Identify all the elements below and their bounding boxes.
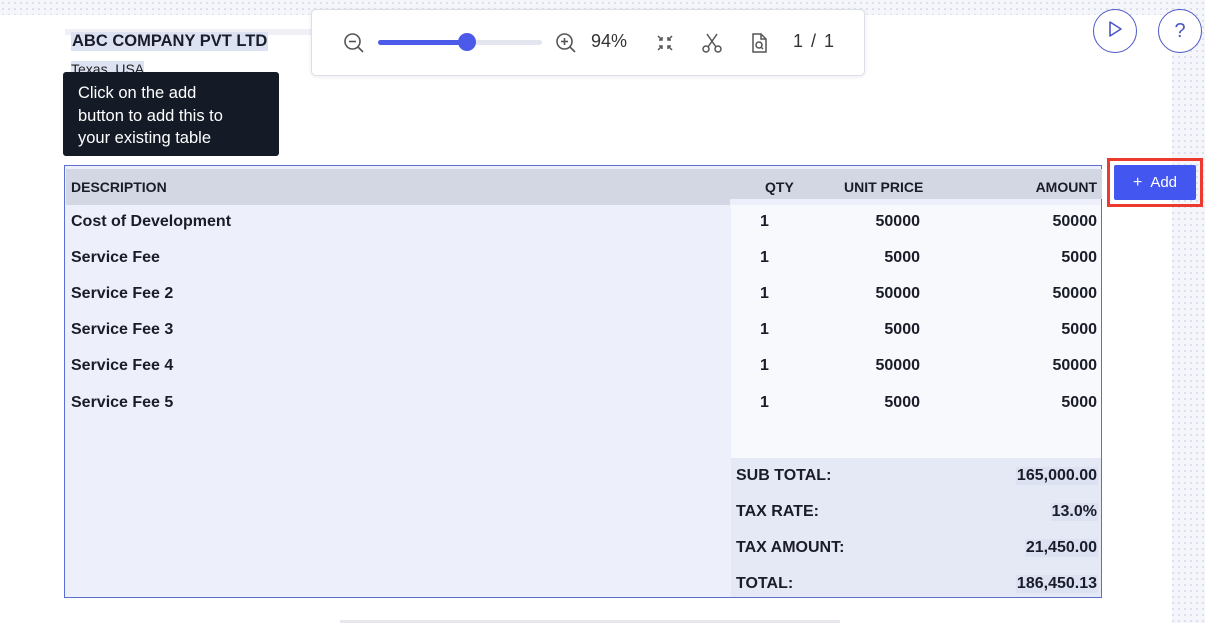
play-button[interactable] <box>1093 9 1137 53</box>
row-amount: 50000 <box>1052 357 1098 374</box>
zoom-slider-thumb[interactable] <box>457 33 476 51</box>
table-row[interactable]: Cost of Development 1 50000 50000 <box>65 213 1101 249</box>
row-qty: 1 <box>760 394 769 411</box>
row-amount: 50000 <box>1052 285 1098 302</box>
row-qty: 1 <box>760 321 769 338</box>
row-description: Service Fee 5 <box>71 394 174 411</box>
row-unit-price: 5000 <box>884 249 920 266</box>
scissors-icon[interactable] <box>700 31 724 55</box>
summary-label-subtotal: SUB TOTAL: <box>736 467 832 484</box>
row-amount: 5000 <box>1061 249 1097 266</box>
page-indicator: 1 / 1 <box>793 31 835 51</box>
row-description: Service Fee 3 <box>71 321 174 338</box>
zoom-out-icon[interactable] <box>342 31 366 55</box>
help-icon: ? <box>1174 20 1186 42</box>
plus-icon: + <box>1132 173 1143 191</box>
header-amount: AMOUNT <box>1035 179 1097 195</box>
add-button[interactable]: + Add <box>1114 165 1196 200</box>
play-icon <box>1106 20 1124 43</box>
tooltip: Click on the add button to add this to y… <box>63 72 279 156</box>
row-qty: 1 <box>760 213 769 230</box>
header-unit-price: UNIT PRICE <box>844 179 924 195</box>
summary-label-tax-amount: TAX AMOUNT: <box>736 539 845 556</box>
row-qty: 1 <box>760 357 769 374</box>
row-unit-price: 50000 <box>875 213 921 230</box>
invoice-table[interactable]: DESCRIPTION QTY UNIT PRICE AMOUNT Cost o… <box>64 165 1102 598</box>
table-row[interactable]: Service Fee 4 1 50000 50000 <box>65 357 1101 393</box>
summary-label-tax-rate: TAX RATE: <box>736 503 819 520</box>
row-qty: 1 <box>760 249 769 266</box>
row-unit-price: 5000 <box>884 394 920 411</box>
header-qty: QTY <box>765 179 794 195</box>
row-amount: 50000 <box>1052 213 1098 230</box>
row-unit-price: 50000 <box>875 285 921 302</box>
summary-value-tax-rate: 13.0% <box>1050 503 1098 521</box>
add-button-label: Add <box>1150 173 1178 191</box>
zoom-in-icon[interactable] <box>554 31 578 55</box>
row-unit-price: 50000 <box>875 357 921 374</box>
zoom-slider-fill <box>378 40 467 45</box>
summary-value-subtotal: 165,000.00 <box>1015 467 1098 485</box>
zoom-slider[interactable] <box>378 33 542 51</box>
row-amount: 5000 <box>1061 321 1097 338</box>
table-row[interactable]: Service Fee 5 1 5000 5000 <box>65 394 1101 430</box>
row-qty: 1 <box>760 285 769 302</box>
table-row[interactable]: Service Fee 2 1 50000 50000 <box>65 285 1101 321</box>
table-row[interactable]: Service Fee 1 5000 5000 <box>65 249 1101 285</box>
header-description: DESCRIPTION <box>71 179 167 195</box>
table-row[interactable]: Service Fee 3 1 5000 5000 <box>65 321 1101 357</box>
row-description: Service Fee 2 <box>71 285 174 302</box>
zoom-level: 94% <box>591 31 628 51</box>
row-unit-price: 5000 <box>884 321 920 338</box>
row-description: Service Fee 4 <box>71 357 174 374</box>
viewer-toolbar: 94% 1 / 1 <box>311 9 865 76</box>
add-button-highlight: + Add <box>1107 158 1203 207</box>
row-description: Service Fee <box>71 249 160 266</box>
page-search-icon[interactable] <box>747 31 771 55</box>
summary-value-tax-amount: 21,450.00 <box>1024 539 1098 557</box>
summary-value-total: 186,450.13 <box>1015 575 1098 593</box>
row-amount: 5000 <box>1061 394 1097 411</box>
collapse-icon[interactable] <box>653 31 677 55</box>
row-description: Cost of Development <box>71 213 232 230</box>
help-button[interactable]: ? <box>1158 9 1202 53</box>
company-name: ABC COMPANY PVT LTD <box>71 32 269 51</box>
summary-label-total: TOTAL: <box>736 575 794 592</box>
